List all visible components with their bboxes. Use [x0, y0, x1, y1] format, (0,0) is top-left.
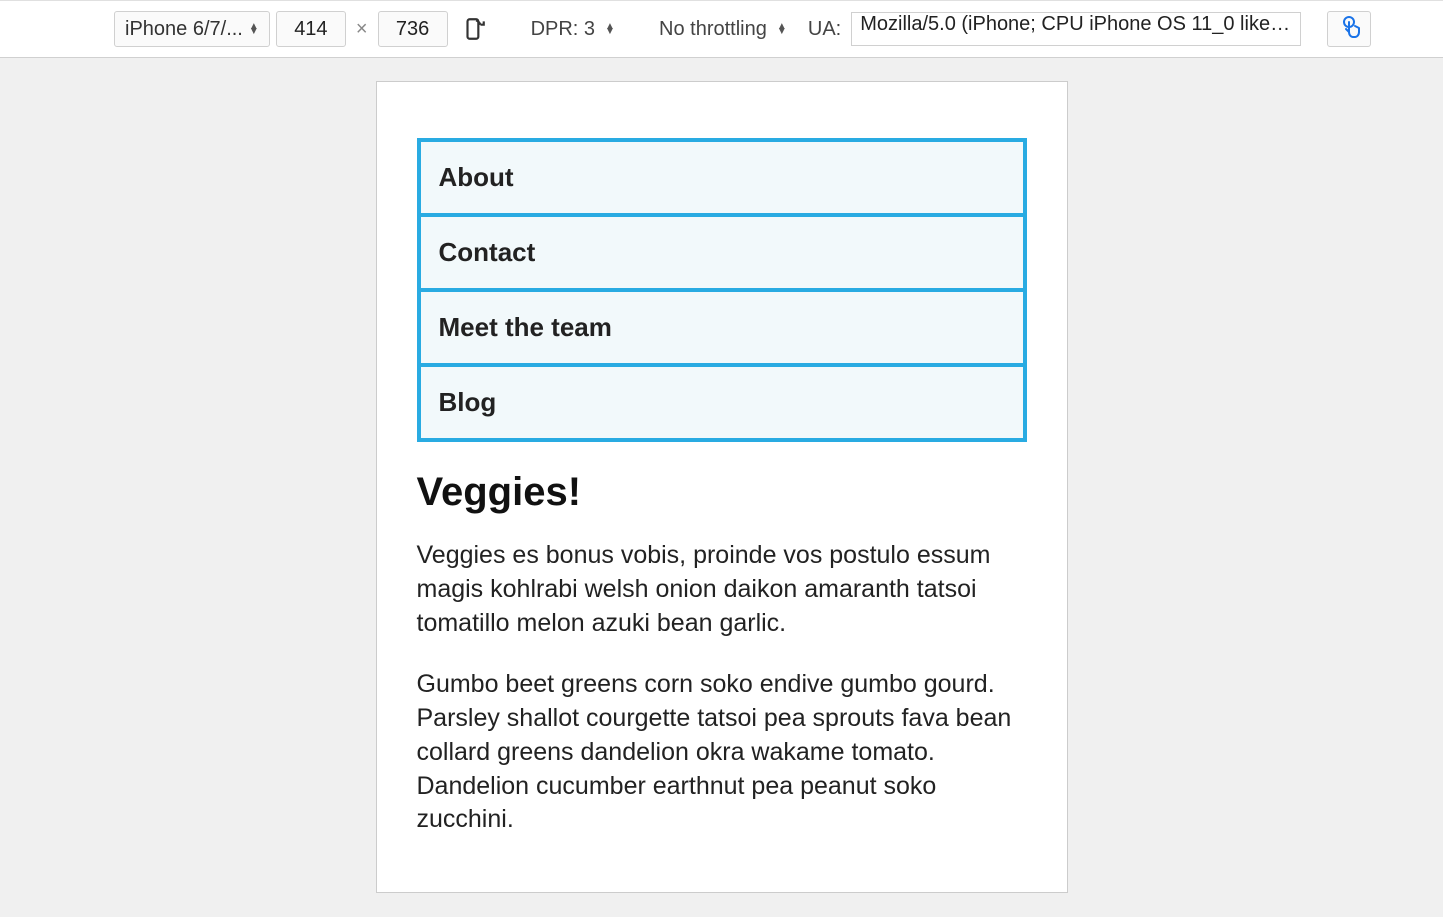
- dropdown-icon: [777, 24, 787, 34]
- nav-item-meet-the-team[interactable]: Meet the team: [417, 288, 1027, 367]
- content-paragraph: Gumbo beet greens corn soko endive gumbo…: [417, 668, 1027, 837]
- viewport-height-input[interactable]: 736: [378, 11, 448, 47]
- dpr-select[interactable]: DPR: 3: [520, 11, 626, 47]
- dimension-separator: ×: [352, 18, 372, 41]
- device-select[interactable]: iPhone 6/7/...: [114, 11, 270, 47]
- viewport-width-input[interactable]: 414: [276, 11, 346, 47]
- dpr-label: DPR: 3: [531, 18, 599, 41]
- toggle-touch-button[interactable]: [1327, 11, 1371, 47]
- viewport-width-value: 414: [294, 18, 327, 41]
- touch-icon: [1337, 15, 1361, 43]
- device-viewport: About Contact Meet the team Blog Veggies…: [377, 82, 1067, 892]
- device-select-label: iPhone 6/7/...: [125, 18, 243, 41]
- user-agent-value: Mozilla/5.0 (iPhone; CPU iPhone OS 11_0 …: [860, 13, 1301, 35]
- page-scroll-area[interactable]: About Contact Meet the team Blog Veggies…: [377, 82, 1067, 892]
- device-workspace: About Contact Meet the team Blog Veggies…: [0, 58, 1443, 917]
- nav-item-label: About: [439, 162, 514, 192]
- nav-item-label: Meet the team: [439, 312, 612, 342]
- user-agent-input[interactable]: Mozilla/5.0 (iPhone; CPU iPhone OS 11_0 …: [851, 12, 1301, 46]
- dropdown-icon: [249, 24, 259, 34]
- page-title: Veggies!: [417, 470, 1027, 515]
- viewport-height-value: 736: [396, 18, 429, 41]
- nav-item-blog[interactable]: Blog: [417, 363, 1027, 442]
- dropdown-icon: [605, 24, 615, 34]
- nav-item-label: Contact: [439, 237, 536, 267]
- content-paragraph: Veggies es bonus vobis, proinde vos post…: [417, 539, 1027, 640]
- throttling-select[interactable]: No throttling: [648, 11, 798, 47]
- nav-item-label: Blog: [439, 387, 497, 417]
- nav-item-contact[interactable]: Contact: [417, 213, 1027, 292]
- site-nav: About Contact Meet the team Blog: [417, 138, 1027, 442]
- throttling-label: No throttling: [659, 18, 771, 41]
- rotate-button[interactable]: [454, 11, 494, 47]
- rotate-icon: [461, 16, 487, 42]
- ua-label: UA:: [808, 18, 845, 41]
- nav-item-about[interactable]: About: [417, 138, 1027, 217]
- device-toolbar: iPhone 6/7/... 414 × 736 DPR: 3 No throt…: [0, 0, 1443, 58]
